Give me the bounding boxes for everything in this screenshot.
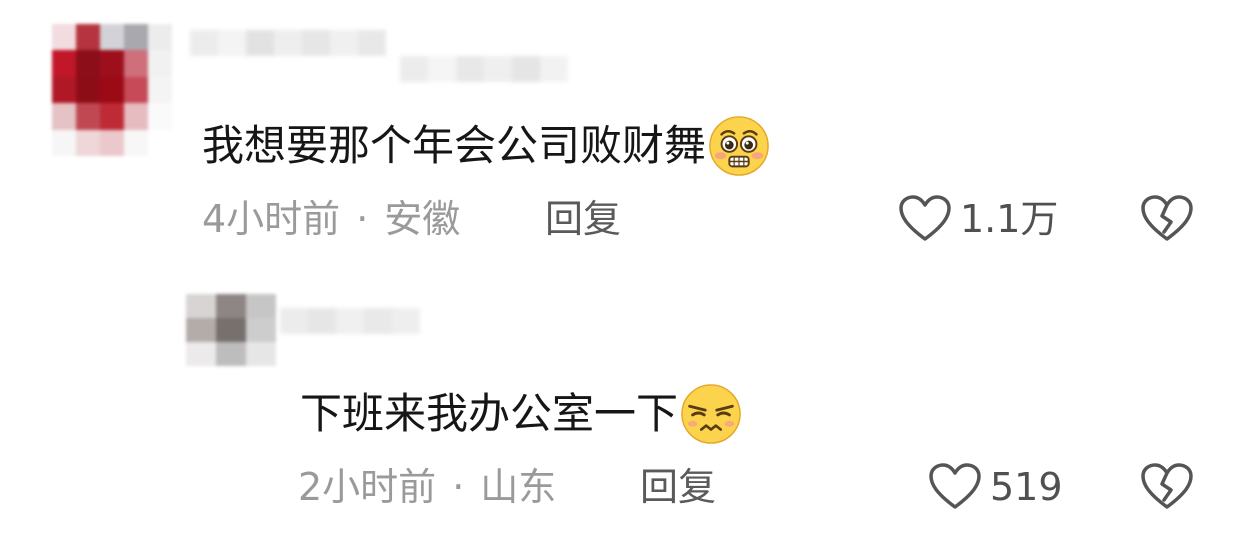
username-mosaic-block <box>456 56 484 82</box>
comment-text-row: 下班来我办公室一下 <box>300 383 742 445</box>
username-mosaic-block <box>274 30 302 56</box>
pleading-face-emoji-icon <box>709 116 769 176</box>
avatar-mosaic-block <box>52 76 76 104</box>
avatar-mosaic-block <box>100 24 124 51</box>
dislike-button[interactable] <box>1140 462 1194 516</box>
avatar-mosaic-block <box>148 24 172 51</box>
avatar-mosaic-block <box>124 129 148 156</box>
avatar-mosaic-block <box>76 50 100 77</box>
username-mosaic-block <box>484 56 512 82</box>
comment-text: 下班来我办公室一下 <box>300 389 679 438</box>
avatar-mosaic-block <box>52 103 76 130</box>
avatar-mosaic-block <box>148 50 172 77</box>
avatar-mosaic-block <box>186 318 216 342</box>
separator-dot: · <box>452 465 465 509</box>
username[interactable] <box>280 308 420 334</box>
avatar-mosaic-block <box>246 318 276 342</box>
like-button[interactable]: 1.1万 <box>898 194 1058 244</box>
like-count: 1.1万 <box>960 197 1059 241</box>
avatar-mosaic-block <box>216 318 246 342</box>
comment-text-row: 我想要那个年会公司败财舞 <box>202 115 770 177</box>
username-mosaic-block <box>302 30 330 56</box>
dislike-button[interactable] <box>1140 194 1194 248</box>
avatar-mosaic-block <box>186 342 216 366</box>
avatar-mosaic-block <box>186 294 216 318</box>
comment-meta: 4小时前 · 安徽 <box>202 200 460 238</box>
timestamp: 4小时前 <box>202 197 341 241</box>
heart-icon <box>899 195 951 241</box>
avatar-mosaic-block <box>124 50 148 77</box>
avatar-mosaic-block <box>124 76 148 104</box>
reply-comment: 下班来我办公室一下 2小时前 · 山东 回复 519 <box>0 280 1260 546</box>
avatar-mosaic-block <box>100 129 124 156</box>
username-mosaic-block <box>280 308 308 334</box>
username-mosaic-block <box>512 56 540 82</box>
username[interactable] <box>190 30 386 56</box>
username-mosaic-block <box>364 308 392 334</box>
username-mosaic-block <box>540 56 568 82</box>
avatar-mosaic-block <box>100 103 124 130</box>
username-mosaic-block <box>218 30 246 56</box>
location: 安徽 <box>384 197 461 241</box>
avatar-mosaic-block <box>76 24 100 51</box>
avatar-mosaic-block <box>100 50 124 77</box>
separator-dot: · <box>356 197 369 241</box>
avatar-mosaic-block <box>76 76 100 104</box>
avatar-mosaic-block <box>216 342 246 366</box>
avatar-mosaic-block <box>124 103 148 130</box>
smirk-face-emoji-icon <box>681 384 741 444</box>
avatar[interactable] <box>186 294 276 366</box>
avatar-mosaic-block <box>76 103 100 130</box>
username-mosaic-block <box>336 308 364 334</box>
avatar-mosaic-block <box>52 129 76 156</box>
comment: 我想要那个年会公司败财舞 4小时前 · 安徽 回复 1.1万 <box>0 0 1260 270</box>
avatar-mosaic-block <box>100 76 124 104</box>
username-mosaic-block <box>190 30 218 56</box>
avatar-mosaic-block <box>148 76 172 104</box>
username-mosaic-block <box>246 30 274 56</box>
username-mosaic-block <box>400 56 428 82</box>
reply-button[interactable]: 回复 <box>545 200 621 238</box>
avatar[interactable] <box>52 24 172 156</box>
avatar-mosaic-block <box>76 129 100 156</box>
comment-meta: 2小时前 · 山东 <box>298 468 556 506</box>
timestamp: 2小时前 <box>298 465 437 509</box>
like-button[interactable]: 519 <box>928 462 1063 512</box>
username-mosaic-block <box>330 30 358 56</box>
reply-button[interactable]: 回复 <box>640 468 716 506</box>
comment-text: 我想要那个年会公司败财舞 <box>202 121 707 170</box>
username-mosaic-block <box>392 308 420 334</box>
username-mosaic-block <box>428 56 456 82</box>
avatar-mosaic-block <box>52 50 76 77</box>
avatar-mosaic-block <box>52 24 76 51</box>
avatar-mosaic-block <box>216 294 246 318</box>
broken-heart-icon <box>1141 463 1193 509</box>
broken-heart-icon <box>1141 195 1193 241</box>
location: 山东 <box>480 465 557 509</box>
avatar-mosaic-block <box>148 103 172 130</box>
username-mosaic-block <box>308 308 336 334</box>
heart-icon <box>929 463 981 509</box>
avatar-mosaic-block <box>148 129 172 156</box>
avatar-mosaic-block <box>246 294 276 318</box>
username-secondary <box>400 56 568 82</box>
avatar-mosaic-block <box>124 24 148 51</box>
avatar-mosaic-block <box>246 342 276 366</box>
like-count: 519 <box>990 465 1063 509</box>
username-mosaic-block <box>358 30 386 56</box>
